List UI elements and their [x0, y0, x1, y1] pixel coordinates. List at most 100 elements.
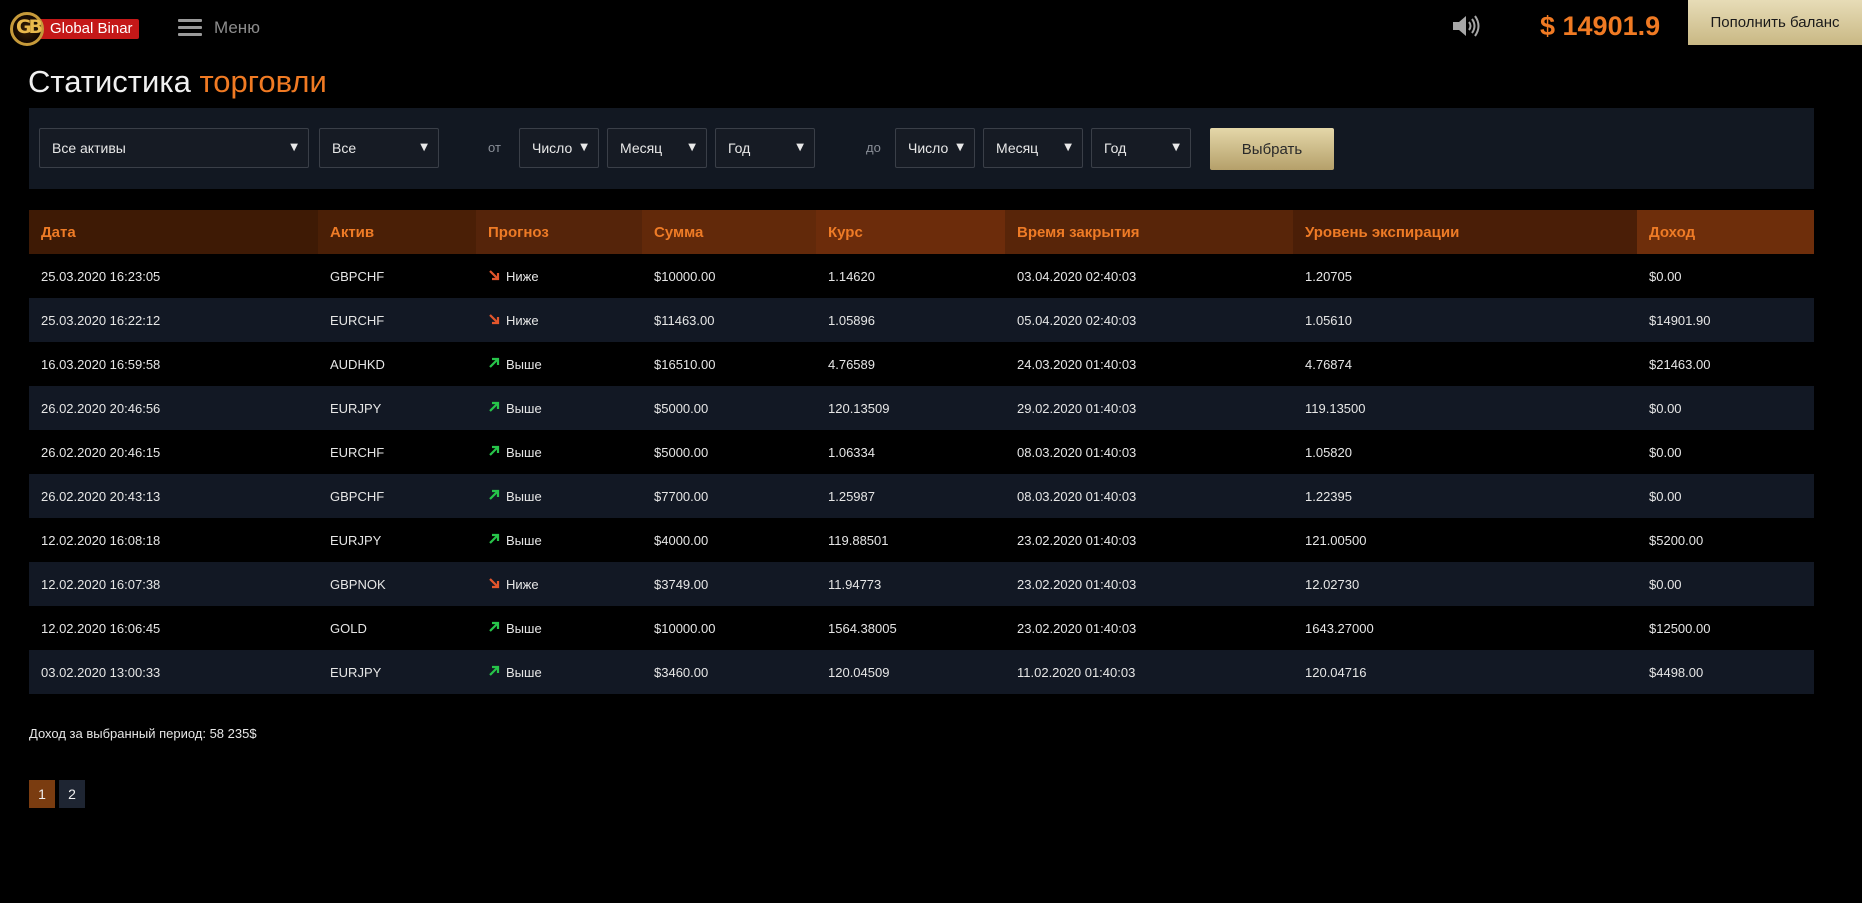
asset-cell: EURCHF [318, 430, 476, 474]
rate-cell: 1.25987 [816, 474, 1005, 518]
type-select[interactable]: Все ▼ [319, 128, 439, 168]
date-cell: 25.03.2020 16:22:12 [29, 298, 318, 342]
amount-cell: $3749.00 [642, 562, 816, 606]
forecast-label: Выше [506, 444, 542, 460]
table-row: 12.02.2020 16:06:45 GOLD Выше $10000.00 1564… [29, 606, 1814, 650]
forecast-cell: Выше [476, 518, 642, 562]
income-cell: $0.00 [1637, 474, 1814, 518]
asset-cell: GBPNOK [318, 562, 476, 606]
dropdown-arrow-icon: ▼ [688, 142, 696, 153]
forecast-label: Выше [506, 664, 542, 680]
asset-cell: EURJPY [318, 518, 476, 562]
page-button-1[interactable]: 1 [29, 780, 55, 808]
dropdown-arrow-icon: ▼ [1172, 142, 1180, 153]
asset-cell: EURJPY [318, 386, 476, 430]
close-time-cell: 03.04.2020 02:40:03 [1005, 254, 1293, 298]
table-row: 26.02.2020 20:46:56 EURJPY Выше $5000.00 120… [29, 386, 1814, 430]
column-header-rate[interactable]: Курс [816, 210, 1005, 254]
to-month-value: Месяц [996, 140, 1039, 156]
trades-table: Дата Актив Прогноз Сумма Курс Время закр… [29, 210, 1814, 694]
forecast-label: Ниже [506, 576, 539, 592]
asset-select-value: Все активы [52, 140, 126, 156]
asset-cell: EURJPY [318, 650, 476, 694]
column-header-income[interactable]: Доход [1637, 210, 1814, 254]
asset-cell: EURCHF [318, 298, 476, 342]
column-header-close-time[interactable]: Время закрытия [1005, 210, 1293, 254]
rate-cell: 120.13509 [816, 386, 1005, 430]
column-header-expiry-level[interactable]: Уровень экспирации [1293, 210, 1637, 254]
close-time-cell: 23.02.2020 01:40:03 [1005, 606, 1293, 650]
page-button-2[interactable]: 2 [59, 780, 85, 808]
dropdown-arrow-icon: ▼ [956, 142, 964, 153]
forecast-cell: Ниже [476, 298, 642, 342]
close-time-cell: 08.03.2020 01:40:03 [1005, 430, 1293, 474]
from-day-select[interactable]: Число ▼ [519, 128, 599, 168]
close-time-cell: 29.02.2020 01:40:03 [1005, 386, 1293, 430]
from-year-select[interactable]: Год ▼ [715, 128, 815, 168]
menu-button[interactable]: Меню [178, 18, 260, 38]
table-row: 26.02.2020 20:43:13 GBPCHF Выше $7700.00 1.2… [29, 474, 1814, 518]
date-cell: 12.02.2020 16:07:38 [29, 562, 318, 606]
income-cell: $0.00 [1637, 386, 1814, 430]
top-bar: GB Global Binar Меню $ 14901.9 Пополнить… [0, 0, 1862, 52]
asset-cell: AUDHKD [318, 342, 476, 386]
page-title: Статистика торговли [28, 64, 327, 100]
from-label: от [488, 140, 501, 155]
arrow-up-right-icon [488, 665, 506, 680]
forecast-cell: Выше [476, 430, 642, 474]
column-header-amount[interactable]: Сумма [642, 210, 816, 254]
amount-cell: $3460.00 [642, 650, 816, 694]
to-month-select[interactable]: Месяц ▼ [983, 128, 1083, 168]
arrow-up-right-icon [488, 401, 506, 416]
column-header-forecast[interactable]: Прогноз [476, 210, 642, 254]
expiry-level-cell: 119.13500 [1293, 386, 1637, 430]
logo[interactable]: GB Global Binar [8, 10, 139, 48]
date-cell: 26.02.2020 20:46:56 [29, 386, 318, 430]
page-title-accent: торговли [199, 64, 327, 99]
column-header-date[interactable]: Дата [29, 210, 318, 254]
type-select-value: Все [332, 140, 357, 156]
pagination: 1 2 [29, 780, 89, 808]
table-row: 12.02.2020 16:08:18 EURJPY Выше $4000.00 119… [29, 518, 1814, 562]
forecast-label: Выше [506, 400, 542, 416]
filter-panel: Все активы ▼ Все ▼ от Число ▼ Месяц ▼ Го… [29, 108, 1814, 189]
expiry-level-cell: 1.22395 [1293, 474, 1637, 518]
page-title-main: Статистика [28, 64, 191, 99]
income-cell: $0.00 [1637, 562, 1814, 606]
forecast-cell: Выше [476, 386, 642, 430]
apply-filter-button[interactable]: Выбрать [1210, 128, 1334, 170]
column-header-asset[interactable]: Актив [318, 210, 476, 254]
to-year-select[interactable]: Год ▼ [1091, 128, 1191, 168]
asset-select[interactable]: Все активы ▼ [39, 128, 309, 168]
arrow-up-right-icon [488, 533, 506, 548]
date-cell: 26.02.2020 20:43:13 [29, 474, 318, 518]
logo-letters: GB [15, 16, 43, 38]
forecast-label: Выше [506, 356, 542, 372]
topup-balance-button[interactable]: Пополнить баланс [1688, 0, 1862, 45]
from-month-select[interactable]: Месяц ▼ [607, 128, 707, 168]
close-time-cell: 23.02.2020 01:40:03 [1005, 518, 1293, 562]
amount-cell: $5000.00 [642, 386, 816, 430]
forecast-label: Ниже [506, 268, 539, 284]
forecast-cell: Выше [476, 342, 642, 386]
expiry-level-cell: 120.04716 [1293, 650, 1637, 694]
to-day-select[interactable]: Число ▼ [895, 128, 975, 168]
speaker-icon[interactable] [1451, 13, 1481, 39]
dropdown-arrow-icon: ▼ [796, 142, 804, 153]
hamburger-icon [178, 19, 202, 37]
forecast-label: Выше [506, 532, 542, 548]
table-header-row: Дата Актив Прогноз Сумма Курс Время закр… [29, 210, 1814, 254]
income-cell: $0.00 [1637, 430, 1814, 474]
income-cell: $12500.00 [1637, 606, 1814, 650]
forecast-cell: Выше [476, 474, 642, 518]
amount-cell: $16510.00 [642, 342, 816, 386]
income-cell: $14901.90 [1637, 298, 1814, 342]
rate-cell: 4.76589 [816, 342, 1005, 386]
expiry-level-cell: 1.20705 [1293, 254, 1637, 298]
rate-cell: 120.04509 [816, 650, 1005, 694]
logo-text: Global Binar [40, 19, 139, 39]
amount-cell: $4000.00 [642, 518, 816, 562]
rate-cell: 1564.38005 [816, 606, 1005, 650]
rate-cell: 1.05896 [816, 298, 1005, 342]
rate-cell: 119.88501 [816, 518, 1005, 562]
